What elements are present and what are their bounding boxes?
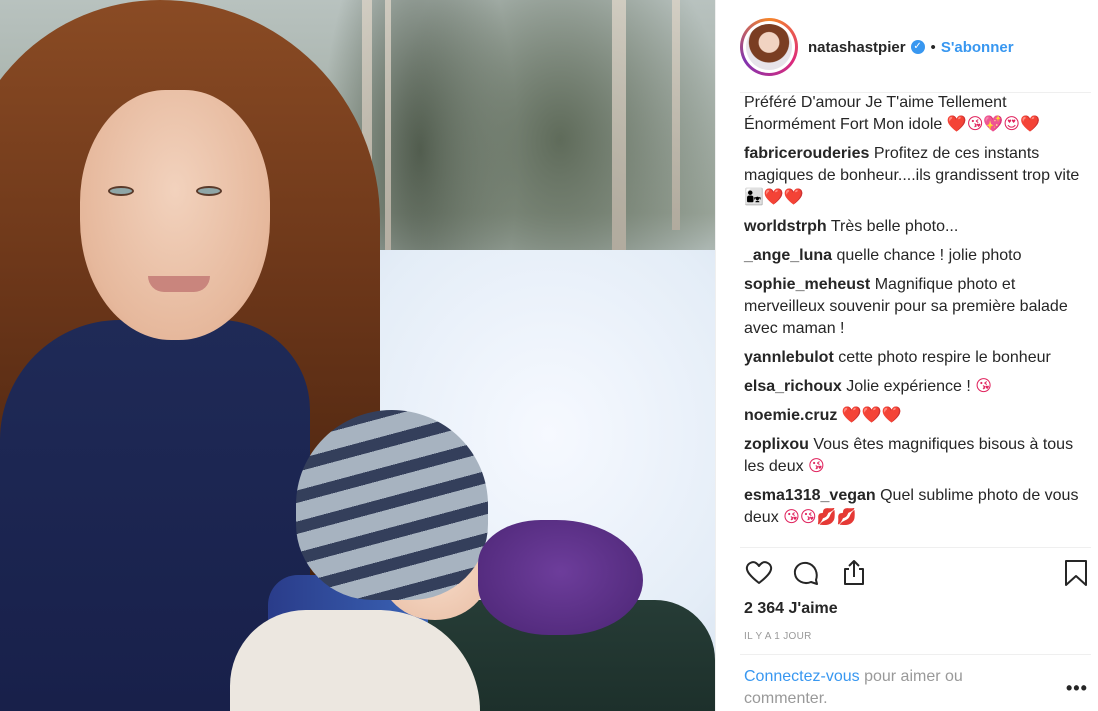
- comment-emoji: ❤️❤️❤️: [841, 407, 902, 424]
- comment-item: noemie.cruz ❤️❤️❤️: [744, 405, 1084, 427]
- comment-username[interactable]: yannlebulot: [744, 349, 834, 366]
- share-button[interactable]: [839, 558, 869, 588]
- likes-count[interactable]: 2 364 J'aime: [744, 600, 838, 618]
- comment-username[interactable]: esma1318_vegan: [744, 487, 876, 504]
- divider: [740, 547, 1091, 548]
- comment-emoji: 👨‍👧❤️❤️: [744, 189, 804, 206]
- comment-emoji: 😘: [808, 458, 825, 475]
- heart-icon: [745, 561, 773, 584]
- comment-username[interactable]: zoplixou: [744, 436, 809, 453]
- verified-badge-icon: ✓: [910, 40, 925, 54]
- post-photo[interactable]: [0, 0, 715, 711]
- username-link[interactable]: natashastpier: [808, 39, 906, 56]
- comment-text: Jolie expérience !: [846, 378, 971, 395]
- login-prompt: Connectez-vous pour aimer ou commenter.: [744, 666, 1004, 710]
- more-options-button[interactable]: •••: [1066, 678, 1088, 699]
- comment-username[interactable]: sophie_meheust: [744, 276, 870, 293]
- login-link[interactable]: Connectez-vous: [744, 668, 860, 685]
- photo-child-glove: [478, 520, 643, 635]
- photo-woman-face: [80, 90, 270, 340]
- comment-item: worldstrph Très belle photo...: [744, 216, 1084, 238]
- avatar-image: [746, 24, 792, 70]
- bookmark-icon: [1065, 560, 1087, 586]
- comment-text: cette photo respire le bonheur: [838, 349, 1051, 366]
- comment-username[interactable]: _ange_luna: [744, 247, 832, 264]
- caption-emoji: ❤️😘💖😍❤️: [946, 116, 1040, 133]
- comment-button[interactable]: [791, 558, 821, 588]
- photo-child-hat: [296, 410, 488, 600]
- share-icon: [844, 560, 864, 585]
- caption: Préféré D'amour Je T'aime Tellement Énor…: [744, 92, 1084, 136]
- comment-emoji: 😘😘💋💋: [783, 509, 857, 526]
- comment-text: Très belle photo...: [830, 218, 959, 235]
- comment-username[interactable]: worldstrph: [744, 218, 827, 235]
- post-sidebar: natashastpier ✓ • S'abonner Préféré D'am…: [715, 0, 1098, 711]
- comments-list: Préféré D'amour Je T'aime Tellement Énor…: [744, 92, 1084, 536]
- comment-username[interactable]: elsa_richoux: [744, 378, 842, 395]
- follow-button[interactable]: S'abonner: [941, 39, 1014, 56]
- action-bar: [744, 558, 1091, 588]
- save-button[interactable]: [1061, 558, 1091, 588]
- photo-woman-eye: [196, 186, 222, 196]
- comment-item: zoplixou Vous êtes magnifiques bisous à …: [744, 434, 1084, 478]
- separator-dot: •: [930, 38, 936, 56]
- photo-tree: [672, 0, 680, 230]
- comment-item: esma1318_vegan Quel sublime photo de vou…: [744, 485, 1084, 529]
- comment-text: quelle chance ! jolie photo: [836, 247, 1022, 264]
- comment-item: _ange_luna quelle chance ! jolie photo: [744, 245, 1084, 267]
- photo-woman-eye: [108, 186, 134, 196]
- photo-woman-smile: [148, 276, 210, 292]
- comment-item: fabricerouderies Profitez de ces instant…: [744, 143, 1084, 209]
- comment-item: elsa_richoux Jolie expérience ! 😘: [744, 376, 1084, 398]
- divider: [740, 654, 1091, 655]
- comment-username[interactable]: noemie.cruz: [744, 407, 837, 424]
- like-button[interactable]: [744, 558, 774, 588]
- post-timestamp[interactable]: IL Y A 1 JOUR: [744, 631, 812, 642]
- comment-item: yannlebulot cette photo respire le bonhe…: [744, 347, 1084, 369]
- post-header: natashastpier ✓ • S'abonner: [740, 16, 1089, 78]
- photo-tree: [612, 0, 626, 260]
- avatar[interactable]: [740, 18, 798, 76]
- comment-username[interactable]: fabricerouderies: [744, 145, 869, 162]
- comment-item: sophie_meheust Magnifique photo et merve…: [744, 274, 1084, 340]
- comment-icon: [793, 561, 818, 585]
- comment-emoji: 😘: [975, 378, 992, 395]
